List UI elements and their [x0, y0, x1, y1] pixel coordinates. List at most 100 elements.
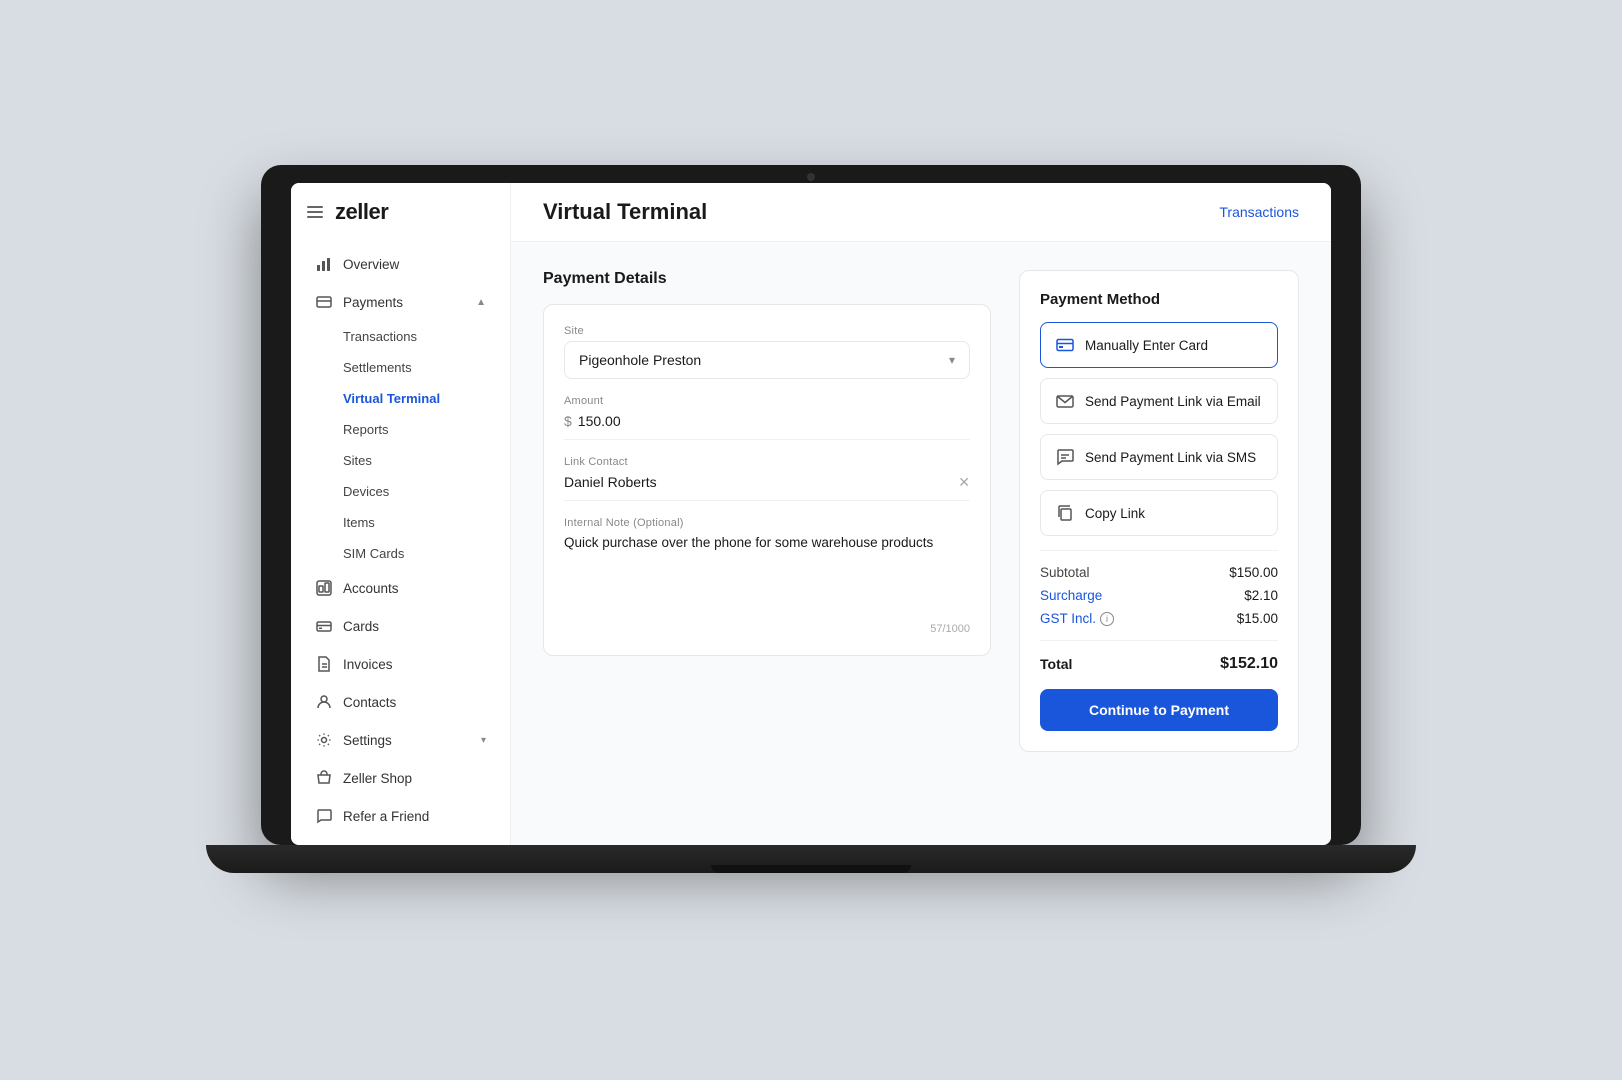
sidebar-item-overview-label: Overview: [343, 257, 486, 272]
gst-row: GST Incl. i $15.00: [1040, 611, 1278, 626]
continue-to-payment-button[interactable]: Continue to Payment: [1040, 689, 1278, 731]
camera: [807, 173, 815, 181]
sidebar-item-payments[interactable]: Payments ▲: [299, 284, 502, 320]
hamburger-menu[interactable]: [307, 206, 323, 218]
site-field-group: Site Pigeonhole Preston ▾: [564, 325, 970, 379]
payment-details-title: Payment Details: [543, 270, 991, 288]
main-body: Payment Details Site Pigeonhole Preston …: [511, 242, 1331, 845]
credit-card-outline-icon: [315, 293, 333, 311]
chevron-up-icon: ▲: [476, 297, 486, 308]
sidebar-item-settings[interactable]: Settings ▾: [299, 722, 502, 758]
sidebar-item-virtual-terminal[interactable]: Virtual Terminal: [299, 384, 502, 413]
site-select-value: Pigeonhole Preston: [579, 352, 701, 368]
bar-chart-icon: [315, 255, 333, 273]
pm-option-manually-enter-card-label: Manually Enter Card: [1085, 338, 1208, 353]
sidebar: zeller Overview: [291, 183, 511, 845]
sidebar-item-devices[interactable]: Devices: [299, 477, 502, 506]
gst-label[interactable]: GST Incl.: [1040, 611, 1096, 626]
total-label: Total: [1040, 656, 1072, 672]
main-header: Virtual Terminal Transactions: [511, 183, 1331, 242]
copy-icon: [1055, 503, 1075, 523]
subtotal-value: $150.00: [1229, 565, 1278, 580]
transactions-link[interactable]: Transactions: [1219, 204, 1299, 220]
laptop-base: [206, 845, 1416, 873]
payment-method-card: Payment Method Man: [1019, 270, 1299, 752]
sidebar-item-sim-cards[interactable]: SIM Cards: [299, 539, 502, 568]
sidebar-item-zeller-shop-label: Zeller Shop: [343, 771, 486, 786]
amount-row: $: [564, 411, 970, 440]
sidebar-item-reports-label: Reports: [343, 422, 389, 437]
link-contact-input[interactable]: [564, 472, 958, 492]
card-rect-icon: [315, 617, 333, 635]
subtotal-label: Subtotal: [1040, 565, 1090, 580]
total-divider: [1040, 640, 1278, 641]
pm-option-send-email-label: Send Payment Link via Email: [1085, 394, 1261, 409]
page-title: Virtual Terminal: [543, 199, 707, 225]
payment-method-section: Payment Method Man: [1019, 270, 1299, 817]
surcharge-label[interactable]: Surcharge: [1040, 588, 1102, 603]
sidebar-item-settings-label: Settings: [343, 733, 471, 748]
sidebar-item-settlements[interactable]: Settlements: [299, 353, 502, 382]
pm-option-manually-enter-card[interactable]: Manually Enter Card: [1040, 322, 1278, 368]
chevron-down-icon: ▾: [949, 353, 955, 367]
credit-card-icon: [1055, 335, 1075, 355]
pm-option-send-sms-label: Send Payment Link via SMS: [1085, 450, 1256, 465]
logo: zeller: [335, 199, 388, 225]
shop-icon: [315, 769, 333, 787]
chevron-down-icon: ▾: [481, 735, 486, 746]
summary-divider: [1040, 550, 1278, 551]
subtotal-row: Subtotal $150.00: [1040, 565, 1278, 580]
sidebar-item-sites-label: Sites: [343, 453, 372, 468]
total-value: $152.10: [1220, 655, 1278, 673]
amount-label: Amount: [564, 395, 970, 407]
sidebar-item-invoices-label: Invoices: [343, 657, 486, 672]
sidebar-item-transactions-label: Transactions: [343, 329, 417, 344]
sidebar-item-invoices[interactable]: Invoices: [299, 646, 502, 682]
link-contact-label: Link Contact: [564, 456, 970, 468]
sidebar-item-sites[interactable]: Sites: [299, 446, 502, 475]
pm-option-copy-link[interactable]: Copy Link: [1040, 490, 1278, 536]
sms-icon: [1055, 447, 1075, 467]
sidebar-item-contacts-label: Contacts: [343, 695, 486, 710]
amount-input[interactable]: [578, 411, 970, 431]
total-row: Total $152.10: [1040, 655, 1278, 673]
sidebar-item-transactions[interactable]: Transactions: [299, 322, 502, 351]
sidebar-item-items[interactable]: Items: [299, 508, 502, 537]
chat-icon: [315, 807, 333, 825]
sidebar-item-accounts[interactable]: Accounts: [299, 570, 502, 606]
sidebar-item-reports[interactable]: Reports: [299, 415, 502, 444]
sidebar-item-zeller-shop[interactable]: Zeller Shop: [299, 760, 502, 796]
sidebar-item-accounts-label: Accounts: [343, 581, 486, 596]
sidebar-item-help[interactable]: Help: [299, 836, 502, 845]
amount-prefix: $: [564, 413, 572, 429]
pm-option-send-email[interactable]: Send Payment Link via Email: [1040, 378, 1278, 424]
sidebar-header: zeller: [291, 199, 510, 245]
gst-value: $15.00: [1237, 611, 1278, 626]
gear-icon: [315, 731, 333, 749]
payment-method-title: Payment Method: [1040, 291, 1278, 308]
payment-details-section: Payment Details Site Pigeonhole Preston …: [543, 270, 991, 817]
sidebar-item-contacts[interactable]: Contacts: [299, 684, 502, 720]
sidebar-item-refer-label: Refer a Friend: [343, 809, 486, 824]
main-content: Virtual Terminal Transactions Payment De…: [511, 183, 1331, 845]
site-label: Site: [564, 325, 970, 337]
gst-info-icon[interactable]: i: [1100, 612, 1114, 626]
char-count: 57/1000: [564, 623, 970, 635]
site-select[interactable]: Pigeonhole Preston ▾: [564, 341, 970, 379]
internal-note-field-group: Internal Note (Optional) Quick purchase …: [564, 517, 970, 603]
sidebar-item-cards[interactable]: Cards: [299, 608, 502, 644]
sidebar-item-cards-label: Cards: [343, 619, 486, 634]
pm-option-send-sms[interactable]: Send Payment Link via SMS: [1040, 434, 1278, 480]
internal-note-label: Internal Note (Optional): [564, 517, 970, 529]
surcharge-row: Surcharge $2.10: [1040, 588, 1278, 603]
sidebar-item-refer[interactable]: Refer a Friend: [299, 798, 502, 834]
pm-option-copy-link-label: Copy Link: [1085, 506, 1145, 521]
person-icon: [315, 693, 333, 711]
document-icon: [315, 655, 333, 673]
email-icon: [1055, 391, 1075, 411]
sidebar-item-items-label: Items: [343, 515, 375, 530]
internal-note-input[interactable]: Quick purchase over the phone for some w…: [564, 533, 970, 603]
clear-icon[interactable]: ✕: [958, 474, 970, 491]
sidebar-item-settlements-label: Settlements: [343, 360, 412, 375]
sidebar-item-overview[interactable]: Overview: [299, 246, 502, 282]
